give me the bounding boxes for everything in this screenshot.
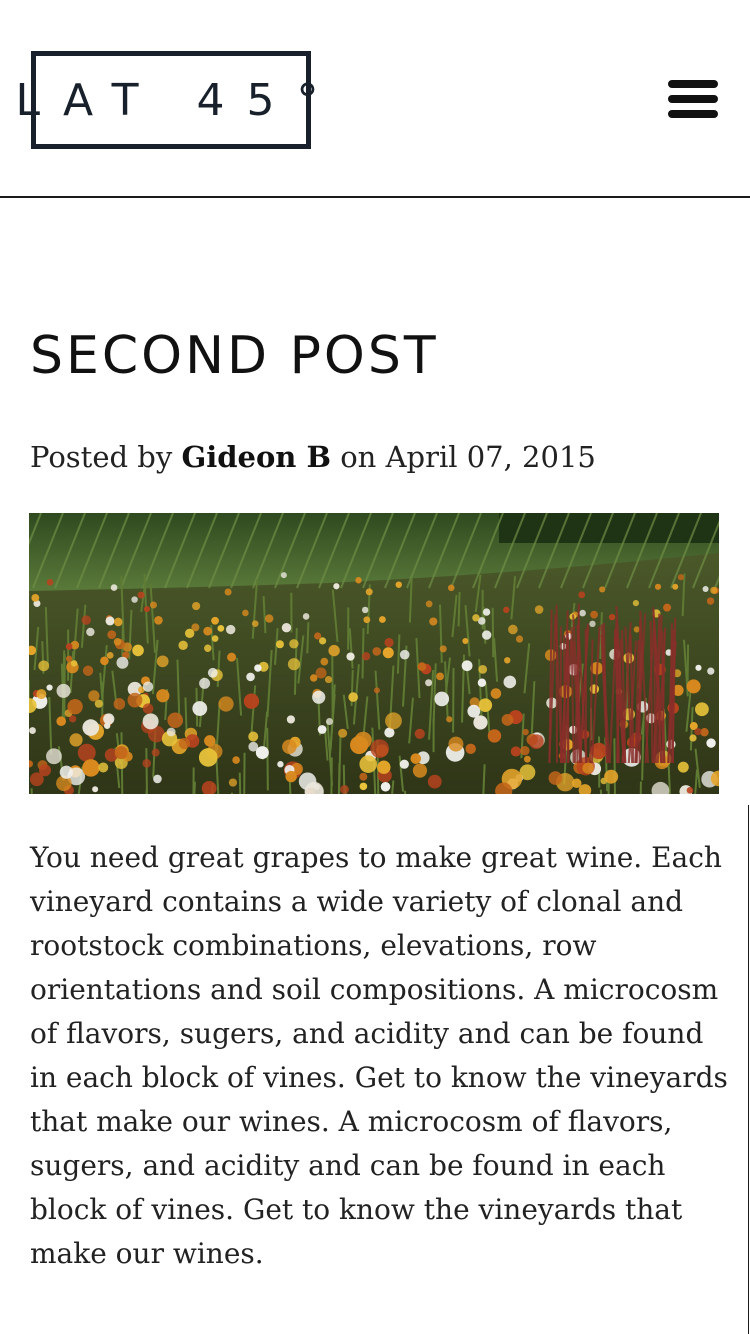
post-hero-image [29,513,719,794]
post-body: You need great grapes to make great wine… [30,841,728,1270]
menu-bar-middle [668,95,718,103]
post-date: April 07, 2015 [385,440,596,474]
meta-prefix: Posted by [30,440,182,474]
menu-bar-bottom [668,110,718,118]
site-logo[interactable]: LAT 45° [15,51,319,149]
scrollbar-edge [748,805,749,1334]
post-meta: Posted by Gideon B on April 07, 2015 [30,440,596,474]
hamburger-menu-icon[interactable] [664,76,722,122]
meta-middle: on [331,440,386,474]
site-header: LAT 45° [0,0,750,198]
post-author[interactable]: Gideon B [181,440,331,474]
logo-text: LAT 45° [15,74,341,126]
post-title: SECOND POST [30,326,439,386]
vineyard-wildflowers-photo [29,513,719,794]
menu-bar-top [668,80,718,88]
